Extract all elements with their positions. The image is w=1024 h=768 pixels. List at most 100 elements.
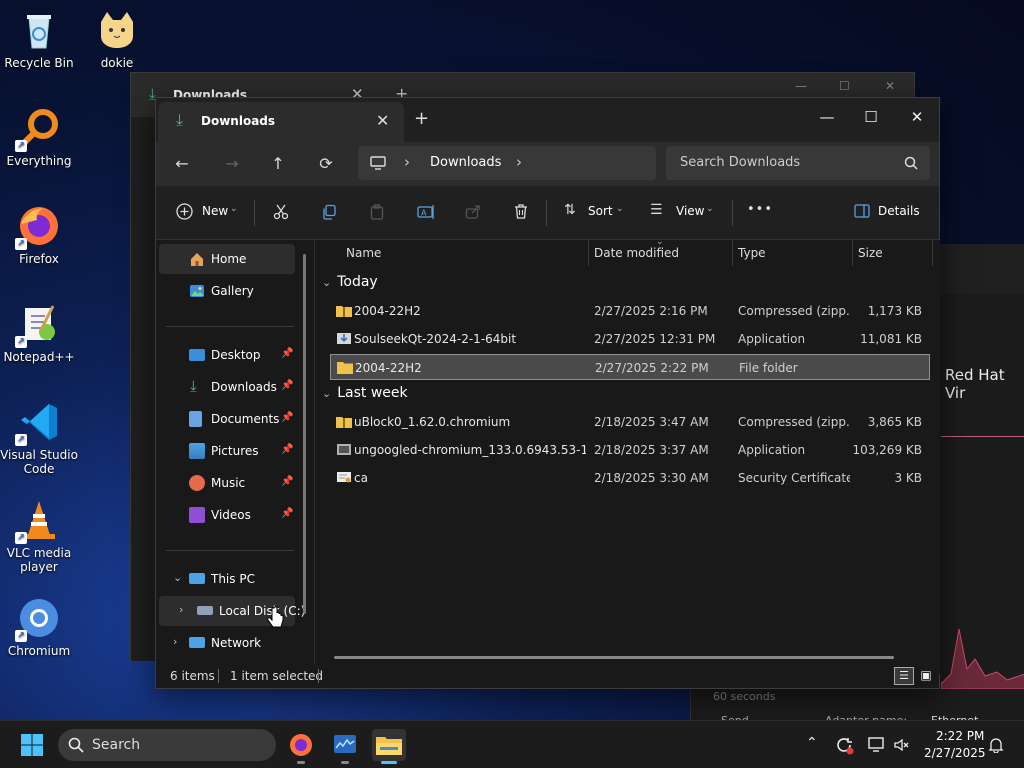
table-row[interactable]: ca 2/18/2025 3:30 AM Security Certificat… [330, 465, 930, 491]
taskbar-search[interactable]: Search [58, 729, 276, 761]
new-tab-button[interactable]: + [414, 108, 429, 129]
minimize-button[interactable]: — [804, 102, 850, 132]
details-view-button[interactable]: ☰ [894, 667, 914, 685]
taskbar-resource-monitor[interactable] [328, 729, 362, 764]
table-row[interactable]: SoulseekQt-2024-2-1-64bit 2/27/2025 12:3… [330, 326, 930, 352]
desktop-icon-notepadpp[interactable]: ↗ Notepad++ [0, 302, 78, 364]
pane-splitter[interactable] [314, 240, 315, 674]
sidebar-item-desktop[interactable]: Desktop 📌 [159, 340, 295, 370]
desktop-icon-label: VLC media player [6, 546, 72, 574]
sidebar-item-videos[interactable]: Videos 📌 [159, 500, 295, 530]
large-icons-view-button[interactable]: ▣ [916, 667, 936, 685]
share-icon[interactable] [465, 204, 481, 220]
tab-close-icon[interactable]: ✕ [376, 111, 389, 130]
desktop-icon-label: Visual Studio Code [0, 448, 78, 476]
desktop-icon-vscode[interactable]: ↗ Visual Studio Code [0, 400, 78, 476]
more-options-button[interactable]: ••• [747, 202, 773, 217]
windows-start-icon[interactable] [20, 733, 44, 757]
ghost-close-icon[interactable]: ✕ [885, 79, 895, 93]
sidebar-item-network[interactable]: › Network [159, 628, 295, 658]
table-row[interactable]: uBlock0_1.62.0.chromium 2/18/2025 3:47 A… [330, 409, 930, 435]
pin-icon[interactable]: 📌 [281, 444, 293, 455]
table-row-selected[interactable]: 2004-22H2 2/27/2025 2:22 PM File folder [330, 354, 930, 380]
file-date: 2/18/2025 3:30 AM [594, 471, 709, 485]
desktop-icon-chromium[interactable]: ↗ Chromium [0, 596, 78, 658]
notification-bell-icon[interactable] [988, 737, 1004, 753]
desktop-icon-everything[interactable]: ↗ Everything [0, 106, 78, 168]
sidebar-item-pictures[interactable]: Pictures 📌 [159, 436, 295, 466]
desktop-icon-firefox[interactable]: ↗ Firefox [0, 204, 78, 266]
sidebar-item-music[interactable]: Music 📌 [159, 468, 295, 498]
clock-date[interactable]: 2/27/2025 [924, 746, 986, 760]
rename-icon[interactable]: A [417, 204, 435, 220]
view-button[interactable]: ☰ View ⌄ [650, 200, 720, 226]
desktop-icon-vlc[interactable]: ↗ VLC media player [0, 498, 78, 574]
sidebar-item-gallery[interactable]: Gallery [159, 276, 295, 306]
column-divider[interactable] [588, 240, 589, 266]
horizontal-scrollbar[interactable] [334, 656, 894, 659]
column-header-date[interactable]: Date modified [594, 240, 679, 266]
file-type: Compressed (zipp... [738, 415, 850, 429]
search-box[interactable]: Search Downloads [666, 146, 930, 180]
breadcrumb-downloads[interactable]: Downloads [430, 155, 501, 170]
sidebar-item-downloads[interactable]: ⤓ Downloads 📌 [159, 372, 295, 402]
sort-button[interactable]: ⇅ Sort ⌄ [564, 200, 628, 226]
refresh-button[interactable]: ⟳ [310, 148, 342, 180]
column-divider[interactable] [932, 240, 933, 266]
copy-icon[interactable] [321, 204, 337, 220]
volume-muted-icon[interactable] [894, 737, 910, 753]
zip-folder-icon [336, 306, 352, 317]
up-button[interactable]: ↑ [262, 148, 294, 180]
column-header-size[interactable]: Size [858, 240, 883, 266]
forward-button[interactable]: → [216, 148, 248, 180]
tab-downloads[interactable]: ⤓ Downloads ✕ [158, 102, 404, 142]
network-status-icon[interactable] [868, 737, 886, 753]
column-divider[interactable] [852, 240, 853, 266]
breadcrumb-separator[interactable]: › [404, 153, 410, 171]
chevron-down-icon: ⌄ [230, 204, 238, 214]
pin-icon[interactable]: 📌 [281, 380, 293, 391]
sidebar-scrollbar[interactable] [303, 254, 306, 614]
chevron-down-icon[interactable]: ⌄ [173, 571, 182, 584]
table-row[interactable]: ungoogled-chromium_133.0.6943.53-1.1... … [330, 437, 930, 463]
pin-icon[interactable]: 📌 [281, 476, 293, 487]
pin-icon[interactable]: 📌 [281, 348, 293, 359]
pin-icon[interactable]: 📌 [281, 412, 293, 423]
group-header-last-week[interactable]: ⌄ Last week [322, 385, 408, 401]
pin-icon[interactable]: 📌 [281, 508, 293, 519]
folder-icon [376, 737, 402, 755]
sidebar-item-this-pc[interactable]: ⌄ This PC [159, 564, 295, 594]
file-name: 2004-22H2 [354, 304, 421, 318]
file-explorer-window[interactable]: ⤓ Downloads ✕ + — ☐ ✕ ← → ↑ ⟳ › Download… [155, 97, 940, 689]
details-button[interactable]: Details [854, 200, 924, 226]
taskbar-firefox[interactable] [284, 729, 318, 764]
address-bar[interactable]: › Downloads › [358, 146, 656, 180]
maximize-button[interactable]: ☐ [848, 102, 894, 132]
svg-text:A: A [421, 209, 427, 218]
close-button[interactable]: ✕ [894, 102, 940, 132]
chevron-up-icon[interactable]: ⌃ [806, 735, 818, 751]
chevron-right-icon[interactable]: › [179, 603, 183, 616]
desktop-icon-recycle-bin[interactable]: Recycle Bin [0, 8, 78, 70]
delete-icon[interactable] [513, 203, 529, 220]
file-size: 103,269 KB [852, 443, 922, 457]
breadcrumb-separator[interactable]: › [516, 153, 522, 171]
chevron-right-icon[interactable]: › [173, 635, 177, 648]
table-row[interactable]: 2004-22H2 2/27/2025 2:16 PM Compressed (… [330, 298, 930, 324]
back-button[interactable]: ← [166, 148, 198, 180]
column-divider[interactable] [732, 240, 733, 266]
update-sync-icon[interactable] [836, 737, 854, 755]
taskbar-file-explorer[interactable] [372, 729, 406, 764]
ghost-minimize-icon[interactable]: — [795, 79, 807, 93]
cut-icon[interactable] [273, 204, 289, 220]
column-header-name[interactable]: Name [346, 240, 381, 266]
column-header-type[interactable]: Type [738, 240, 766, 266]
sidebar-item-documents[interactable]: Documents 📌 [159, 404, 295, 434]
ghost-maximize-icon[interactable]: ☐ [839, 79, 850, 93]
paste-icon[interactable] [369, 204, 385, 220]
sidebar-item-home[interactable]: Home [159, 244, 295, 274]
group-header-today[interactable]: ⌄ Today [322, 274, 378, 290]
search-input[interactable]: Search Downloads [680, 155, 800, 170]
desktop-icon-dokie[interactable]: dokie [78, 8, 156, 70]
clock-time[interactable]: 2:22 PM [936, 729, 984, 743]
